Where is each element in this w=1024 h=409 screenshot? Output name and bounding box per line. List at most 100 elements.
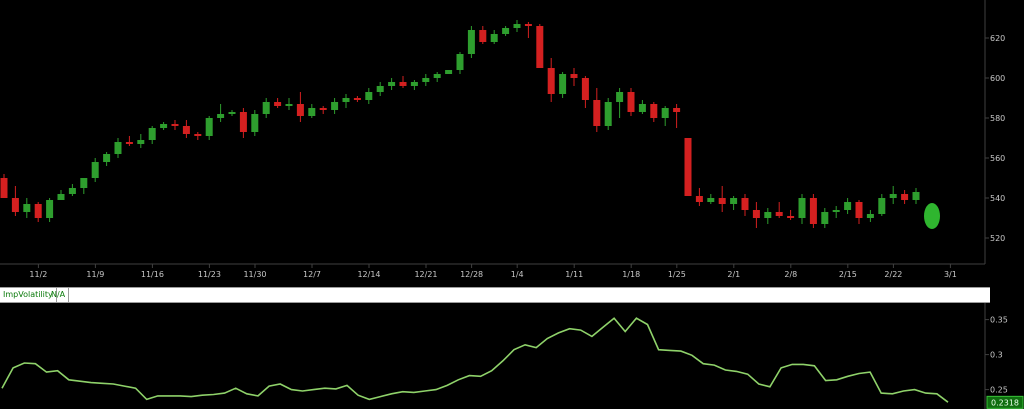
candle-body [775,212,783,216]
candle-body [23,204,31,212]
candle-body [171,124,179,126]
price-y-tick-label: 580 [990,114,1005,123]
candle-body [832,210,840,212]
candle-body [103,154,111,162]
date-tick-label: 1/11 [565,270,583,279]
candle-body [889,194,897,198]
candle-body [456,54,464,70]
candle-body [570,74,578,78]
candle-body [581,78,589,100]
candles [0,20,940,229]
candle-body [912,192,920,200]
candle-body [901,194,909,200]
date-tick-label: 11/9 [86,270,104,279]
candle-body [319,108,327,110]
date-tick-label: 2/1 [727,270,740,279]
date-tick-label: 12/28 [460,270,483,279]
candle-body [262,102,270,114]
price-chart: 620600580560540520 11/2 11/9 11/16 11/23 11/… [0,0,1005,279]
iv-series-line [1,317,949,403]
candle-body [718,198,726,204]
candle-body [182,126,190,134]
candle-body [513,24,521,28]
candle-body [80,178,88,188]
candle-body [308,108,316,116]
candle-body [479,30,487,42]
implied-volatility-chart: 0.35 0.3 0.25 0.2318 [1,303,1024,409]
candle-body [34,204,42,218]
candle-body [251,114,259,132]
candle-body [68,188,76,194]
candle-body [741,198,749,210]
candle-body [114,142,122,154]
candle-body [844,202,852,210]
candle-body [490,34,498,42]
candle-body [866,214,874,218]
date-x-axis: 11/2 11/9 11/16 11/23 11/30 12/7 12/14 12/21 12/… [29,264,957,279]
candle-body [673,108,681,112]
current-price-marker [924,203,940,229]
candle-body [194,134,202,136]
price-y-tick-label: 620 [990,34,1005,43]
candle-body [559,74,567,94]
candle-body [148,128,156,140]
date-tick-label: 11/23 [198,270,221,279]
candle-body [787,216,795,218]
candle-body [0,178,8,198]
candle-body [365,92,373,100]
date-tick-label: 11/30 [243,270,266,279]
candle-body [353,98,361,100]
candle-body [627,92,635,112]
candle-body [547,68,555,94]
date-tick-label: 12/21 [414,270,437,279]
iv-y-tick-label: 0.3 [990,351,1003,360]
candle-body [809,198,817,224]
candle-body [228,112,236,114]
candle-body [536,26,544,68]
date-tick-label: 11/2 [29,270,47,279]
candle-body [422,78,430,82]
candle-body [125,142,133,144]
date-tick-label: 1/25 [668,270,686,279]
candle-body [445,70,453,74]
indicator-header: ImpVolatility N/A [0,287,990,303]
candle-body [467,30,475,54]
candle-body [433,74,441,78]
price-y-tick-label: 600 [990,74,1005,83]
date-tick-label: 11/16 [141,270,164,279]
date-tick-label: 2/15 [839,270,857,279]
candle-body [524,24,532,26]
price-y-axis: 620 600 580 560 540 520 [985,34,1005,243]
candle-body [684,138,692,196]
iv-y-tick-label: 0.35 [990,316,1008,325]
candle-body [217,114,225,118]
date-tick-label: 2/8 [784,270,797,279]
candle-body [342,98,350,102]
candle-body [502,28,510,34]
candle-body [855,202,863,218]
candle-body [661,108,669,118]
candle-body [239,112,247,132]
candle-body [388,82,396,86]
candle-body [798,198,806,218]
iv-y-axis: 0.35 0.3 0.25 0.2318 [985,316,1024,409]
date-tick-label: 1/18 [622,270,640,279]
candle-body [296,104,304,116]
candle-body [638,104,646,112]
date-tick-label: 3/1 [944,270,957,279]
candle-body [91,162,99,178]
price-y-tick-label: 560 [990,154,1005,163]
candle-body [616,92,624,102]
iv-y-tick-label: 0.25 [990,386,1008,395]
iv-current-value: 0.2318 [991,398,1019,407]
candle-body [274,102,282,106]
date-tick-label: 12/7 [303,270,321,279]
date-tick-label: 12/14 [357,270,380,279]
date-tick-label: 2/22 [884,270,902,279]
candle-body [878,198,886,214]
candle-body [730,198,738,204]
candle-body [331,102,339,110]
candle-body [410,82,418,86]
candle-body [593,100,601,126]
date-tick-label: 1/4 [511,270,524,279]
